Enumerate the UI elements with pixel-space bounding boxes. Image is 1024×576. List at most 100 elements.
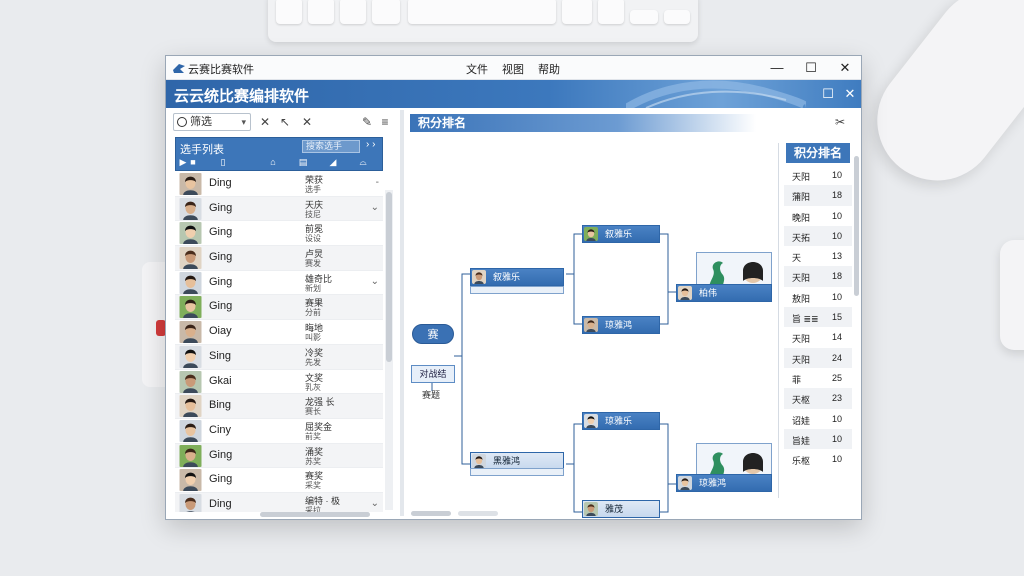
play-icon: [177, 117, 187, 127]
link-icon[interactable]: ⌓: [358, 157, 368, 168]
signal-icon[interactable]: ◢: [328, 157, 338, 168]
ranking-row[interactable]: 旨娃 10: [784, 428, 852, 450]
close-icon[interactable]: ✕: [299, 114, 315, 130]
player-row[interactable]: Ging 天庆 技尼 ⌄: [175, 196, 383, 222]
match-box[interactable]: 雅茂: [582, 500, 660, 518]
player-row[interactable]: Ging 涌奖 苏奖: [175, 443, 383, 469]
player-row[interactable]: Sing 冷奖 先发: [175, 344, 383, 370]
player-subinfo: 叫影: [305, 333, 321, 343]
scissors-icon[interactable]: ✂: [832, 115, 848, 131]
bracket-start-node[interactable]: 赛: [412, 324, 454, 344]
ranking-row[interactable]: 天 13: [784, 246, 852, 266]
ranking-row[interactable]: 敖阳 10: [784, 287, 852, 307]
row-chevron-icon[interactable]: ⌄: [371, 498, 379, 509]
ranking-score: 25: [832, 372, 843, 383]
keyboard-key: [308, 0, 334, 24]
clear-icon[interactable]: ✕: [257, 114, 273, 130]
scrollbar-thumb[interactable]: [386, 192, 392, 362]
player-row[interactable]: Ding 荣获 选手 -: [175, 172, 383, 197]
expand-icon[interactable]: › ›: [366, 139, 375, 150]
header-restore-button[interactable]: ☐: [820, 86, 836, 102]
minimize-button[interactable]: —: [764, 58, 790, 78]
row-chevron-icon[interactable]: ⌄: [371, 202, 379, 213]
menu-item-view[interactable]: 视图: [502, 61, 524, 77]
ranking-row[interactable]: 天拓 10: [784, 225, 852, 247]
menu-icon[interactable]: ≡: [377, 114, 393, 130]
filter-select[interactable]: 筛选 ▾: [173, 113, 251, 131]
player-row[interactable]: Oiay 晦地 叫影: [175, 320, 383, 345]
bracket-hscroll[interactable]: [411, 511, 451, 516]
player-name: Ding: [209, 177, 232, 189]
grid-icon[interactable]: ▤: [298, 157, 308, 168]
player-name: Ging: [209, 251, 233, 264]
player-row[interactable]: Ging 赛奖 采奖: [175, 468, 383, 493]
final-match-box[interactable]: 琼雅鸿: [676, 474, 772, 492]
player-name: Ging: [209, 300, 233, 313]
player-name: Ding: [209, 497, 232, 510]
player-toolbar: 筛选 ▾ ✕ ↖ ✕ ✎ ≡: [171, 110, 395, 134]
player-name: Ging: [209, 275, 233, 288]
player-panel: 筛选 ▾ ✕ ↖ ✕ ✎ ≡ 选手列表 搜索选手 › › ▶ ■ ▯ ⌂ ▤ ◢…: [171, 110, 395, 516]
ranking-panel: 积分排名 天阳 10 蒲阳 18 晚阳 10 天拓 10 天 13 天阳 18 敖阳 10 旨 ≣≣ 15 天阳…: [784, 143, 852, 483]
ranking-name: 天阳: [792, 334, 811, 345]
ranking-name: 敖阳: [792, 293, 811, 304]
final-match-box[interactable]: 柏伟: [676, 284, 772, 302]
ranking-separator: [778, 143, 779, 498]
match-box[interactable]: 叙雅乐: [582, 225, 660, 243]
menu-item-file[interactable]: 文件: [466, 61, 488, 77]
player-row[interactable]: Bing 龙强 长赛长: [175, 394, 383, 419]
player-row[interactable]: Gkai 文奖 乳灰: [175, 370, 383, 395]
match-box[interactable]: 琼雅乐: [582, 412, 660, 430]
menu-item-help[interactable]: 帮助: [538, 61, 560, 77]
player-row[interactable]: Ging 雄奇比 新划 ⌄: [175, 271, 383, 296]
player-subinfo: 前奖: [305, 431, 321, 441]
ranking-row[interactable]: 乐枢 10: [784, 449, 852, 469]
player-row[interactable]: Ging 赛果 分前: [175, 295, 383, 321]
page-icon[interactable]: ▯: [218, 157, 228, 168]
ranking-row[interactable]: 天阳 18: [784, 266, 852, 287]
match-box[interactable]: 琼雅鸿: [582, 316, 660, 334]
ranking-row[interactable]: 天枢 23: [784, 388, 852, 409]
ranking-row[interactable]: 天阳 10: [784, 165, 852, 185]
player-avatar: [179, 296, 202, 319]
close-button[interactable]: ✕: [832, 58, 858, 78]
row-chevron-icon[interactable]: ⌄: [371, 276, 379, 287]
maximize-button[interactable]: ☐: [798, 58, 824, 78]
ranking-score: 13: [832, 251, 843, 262]
player-avatar: [179, 271, 202, 294]
ranking-row[interactable]: 菲 25: [784, 368, 852, 388]
ranking-row[interactable]: 晚阳 10: [784, 206, 852, 226]
ranking-name: 天阳: [792, 354, 811, 365]
ranking-scrollbar[interactable]: [854, 156, 859, 296]
player-row[interactable]: Ging 前冕 设设: [175, 221, 383, 247]
player-search-input[interactable]: 搜索选手: [302, 140, 360, 153]
player-list-hscroll[interactable]: [260, 512, 370, 517]
edit-icon[interactable]: ✎: [359, 114, 375, 130]
panel-divider[interactable]: [400, 110, 404, 516]
keyboard-key: [630, 10, 658, 24]
play-icon[interactable]: ▶: [178, 157, 188, 168]
ranking-row[interactable]: 天阳 24: [784, 347, 852, 368]
player-list-scrollbar[interactable]: [385, 190, 393, 510]
header-close-button[interactable]: ✕: [842, 86, 858, 102]
keyboard-key: [340, 0, 366, 24]
match-box[interactable]: 叙雅乐: [470, 268, 564, 286]
bracket-hscroll-track[interactable]: [458, 511, 498, 516]
player-row[interactable]: Ciny 屈奖金 前奖: [175, 419, 383, 444]
bracket-group-node[interactable]: 对战结: [411, 365, 455, 383]
player-row[interactable]: Ding 编特 · 极采拉 ⌄: [175, 492, 383, 512]
stop-icon[interactable]: ■: [188, 157, 198, 168]
ranking-row[interactable]: 天阳 14: [784, 327, 852, 347]
player-name: Sing: [209, 349, 232, 362]
folder-icon[interactable]: ⌂: [268, 157, 278, 168]
player-row[interactable]: Ging 卢炅 赛发: [175, 246, 383, 271]
ranking-row[interactable]: 旨 ≣≣ 15: [784, 307, 852, 328]
match-score-bar: [470, 468, 564, 476]
player-list-title: 选手列表: [180, 144, 224, 156]
pointer-icon[interactable]: ↖: [277, 114, 293, 130]
row-chevron-icon[interactable]: -: [376, 177, 379, 188]
ranking-row[interactable]: 诏娃 10: [784, 409, 852, 429]
ranking-row[interactable]: 蒲阳 18: [784, 185, 852, 206]
